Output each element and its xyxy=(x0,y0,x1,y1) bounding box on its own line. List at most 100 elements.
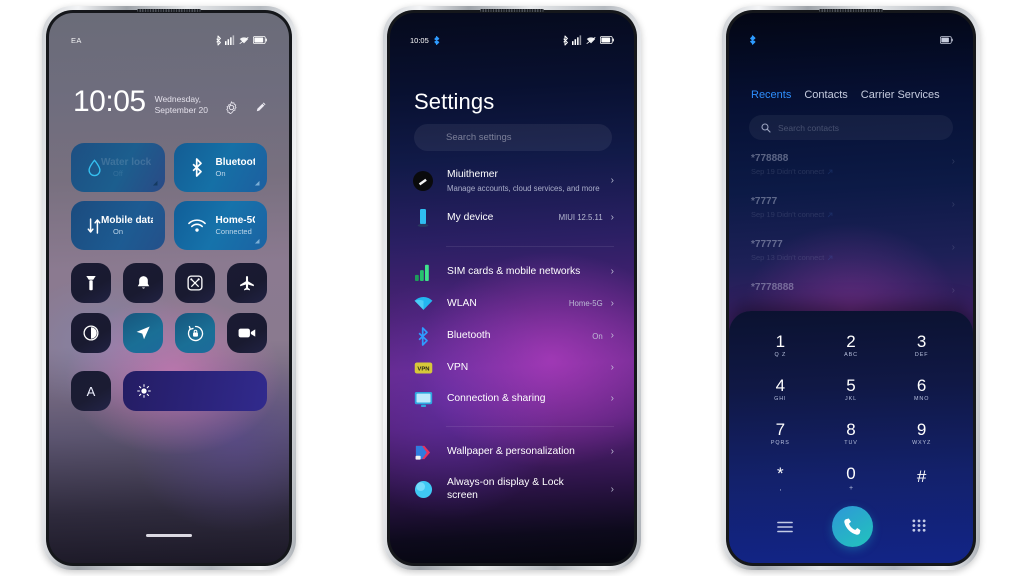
status-icons xyxy=(562,35,614,46)
toggle-screen-record[interactable] xyxy=(227,313,267,353)
tile-mobile-data[interactable]: Mobile data On xyxy=(71,201,165,250)
dialpad-key-6[interactable]: 6 MNO xyxy=(886,369,957,411)
dialpad-key-5[interactable]: 5 JKL xyxy=(816,369,887,411)
call-number: *7778888 xyxy=(751,282,794,293)
row-label: Miuithemer xyxy=(447,169,498,180)
clock-time: 10:05 xyxy=(73,85,146,118)
chevron-right-icon: › xyxy=(610,175,614,187)
row-label: Bluetooth xyxy=(447,330,491,342)
key-digit: 7 xyxy=(775,420,786,440)
signal-bars-icon xyxy=(412,264,434,281)
rotation-lock-icon xyxy=(187,325,203,341)
dialpad-key-2[interactable]: 2 ABC xyxy=(816,325,887,367)
search-placeholder: Search settings xyxy=(446,132,512,143)
settings-row-account[interactable]: Miuithemer Manage accounts, cloud servic… xyxy=(390,163,634,200)
dialpad-key-4[interactable]: 4 GHI xyxy=(745,369,816,411)
toggle-dark-mode[interactable] xyxy=(71,313,111,353)
chevron-right-icon: › xyxy=(610,211,614,223)
toggle-airplane-mode[interactable] xyxy=(227,263,267,303)
edit-pencil-icon[interactable] xyxy=(254,101,267,114)
tile-bluetooth[interactable]: Bluetooth On xyxy=(173,143,267,192)
call-button[interactable] xyxy=(831,506,873,547)
toggle-flashlight[interactable] xyxy=(71,263,111,303)
wifi-icon xyxy=(239,36,249,44)
bluetooth-icon xyxy=(186,158,208,177)
dialpad-key-0[interactable]: 0 + xyxy=(816,457,887,499)
key-letters: GHI xyxy=(774,396,787,403)
key-letters: ABC xyxy=(844,352,858,359)
brightness-row: A xyxy=(71,371,267,411)
toggle-grid xyxy=(71,263,267,353)
settings-row-vpn[interactable]: VPN VPN › xyxy=(390,354,634,383)
dialpad-key-1[interactable]: 1Q Z xyxy=(745,325,816,367)
key-digit: 8 xyxy=(846,420,856,440)
menu-icon[interactable] xyxy=(776,521,793,533)
dialpad-key-7[interactable]: 7 PQRS xyxy=(745,413,816,455)
settings-gear-icon[interactable] xyxy=(225,101,238,114)
settings-row-my-device[interactable]: My device MIUI 12.5.11 › xyxy=(390,200,634,236)
tile-label: Bluetooth xyxy=(215,157,256,168)
settings-row-aod-lockscreen[interactable]: Always-on display & Lock screen › xyxy=(390,469,634,511)
tab-recents[interactable]: Recents xyxy=(751,89,791,101)
call-text: *7778888 xyxy=(751,282,952,293)
call-text: *7777 Sep 19 Didn't connect xyxy=(751,196,952,219)
chevron-right-icon: › xyxy=(610,297,614,309)
tile-expand-icon[interactable] xyxy=(151,179,158,186)
search-placeholder: Search contacts xyxy=(778,122,839,133)
phone-call-icon xyxy=(843,518,860,535)
dialpad-key-hash[interactable]: # xyxy=(886,457,957,499)
row-value: Home-5G xyxy=(568,299,603,309)
settings-row-sim[interactable]: SIM cards & mobile networks › xyxy=(390,256,634,289)
toggle-location[interactable] xyxy=(123,313,163,353)
call-log-row[interactable]: *7777 Sep 19 Didn't connect › xyxy=(729,196,973,239)
key-digit: 9 xyxy=(916,420,927,440)
dialpad-key-9[interactable]: 9 WXYZ xyxy=(886,413,957,455)
toggle-screenshot[interactable] xyxy=(175,263,215,303)
settings-row-wallpaper[interactable]: Wallpaper & personalization › xyxy=(390,436,634,469)
phone-control-center: EA 10:05 Wednesday, September 20 Water l… xyxy=(42,6,296,570)
call-log-row[interactable]: *77777 Sep 13 Didn't connect › xyxy=(729,239,973,282)
keypad-icon[interactable] xyxy=(911,519,926,534)
call-log-row[interactable]: *778888 Sep 19 Didn't connect › xyxy=(729,153,973,196)
vpn-badge-icon: VPN xyxy=(412,362,434,374)
bluetooth-icon xyxy=(412,327,434,346)
tab-contacts[interactable]: Contacts xyxy=(804,89,847,101)
tile-wifi[interactable]: Home-5G Connected xyxy=(173,201,267,250)
tile-water-lock[interactable]: Water lock Off xyxy=(71,143,165,192)
earpiece-speaker xyxy=(137,9,201,12)
brightness-slider[interactable] xyxy=(123,371,267,411)
tile-label: Mobile data xyxy=(101,215,153,226)
row-value: On xyxy=(592,331,603,341)
settings-row-bluetooth[interactable]: Bluetooth On › xyxy=(390,319,634,354)
screenshot-icon xyxy=(187,275,203,291)
settings-list: Miuithemer Manage accounts, cloud servic… xyxy=(390,163,634,563)
settings-row-connection-sharing[interactable]: Connection & sharing › xyxy=(390,383,634,416)
dialpad-key-8[interactable]: 8 TUV xyxy=(816,413,887,455)
call-log-row[interactable]: *7778888 › xyxy=(729,282,973,296)
battery-icon xyxy=(940,36,953,44)
phone-bezel: EA 10:05 Wednesday, September 20 Water l… xyxy=(46,9,292,566)
bell-icon xyxy=(137,276,149,289)
carrier-label: EA xyxy=(71,35,82,45)
search-contacts-input[interactable]: Search contacts xyxy=(749,115,953,140)
auto-brightness-button[interactable]: A xyxy=(71,371,111,411)
key-letters: + xyxy=(848,484,854,492)
chevron-right-icon: › xyxy=(610,266,614,278)
dialpad-key-3[interactable]: 3 DEF xyxy=(886,325,957,367)
home-indicator[interactable] xyxy=(146,534,192,537)
search-settings-input[interactable]: Search settings xyxy=(414,124,612,151)
search-icon xyxy=(761,122,771,133)
tile-expand-icon[interactable] xyxy=(253,237,260,244)
battery-icon xyxy=(600,36,614,44)
status-bar xyxy=(729,33,973,47)
settings-row-wlan[interactable]: WLAN Home-5G › xyxy=(390,289,634,319)
tile-status: On xyxy=(113,227,124,236)
call-detail: Sep 19 Didn't connect xyxy=(751,210,952,219)
tab-carrier-services[interactable]: Carrier Services xyxy=(861,89,940,101)
dialpad-key-star[interactable]: *, xyxy=(745,457,816,499)
toggle-ring-mode[interactable] xyxy=(123,263,163,303)
tile-text: Water lock Off xyxy=(101,157,151,178)
tile-expand-icon[interactable] xyxy=(253,179,260,186)
phone-settings: 10:05 Settings Search settings Miuitheme… xyxy=(383,6,641,570)
toggle-rotation-lock[interactable] xyxy=(175,313,215,353)
